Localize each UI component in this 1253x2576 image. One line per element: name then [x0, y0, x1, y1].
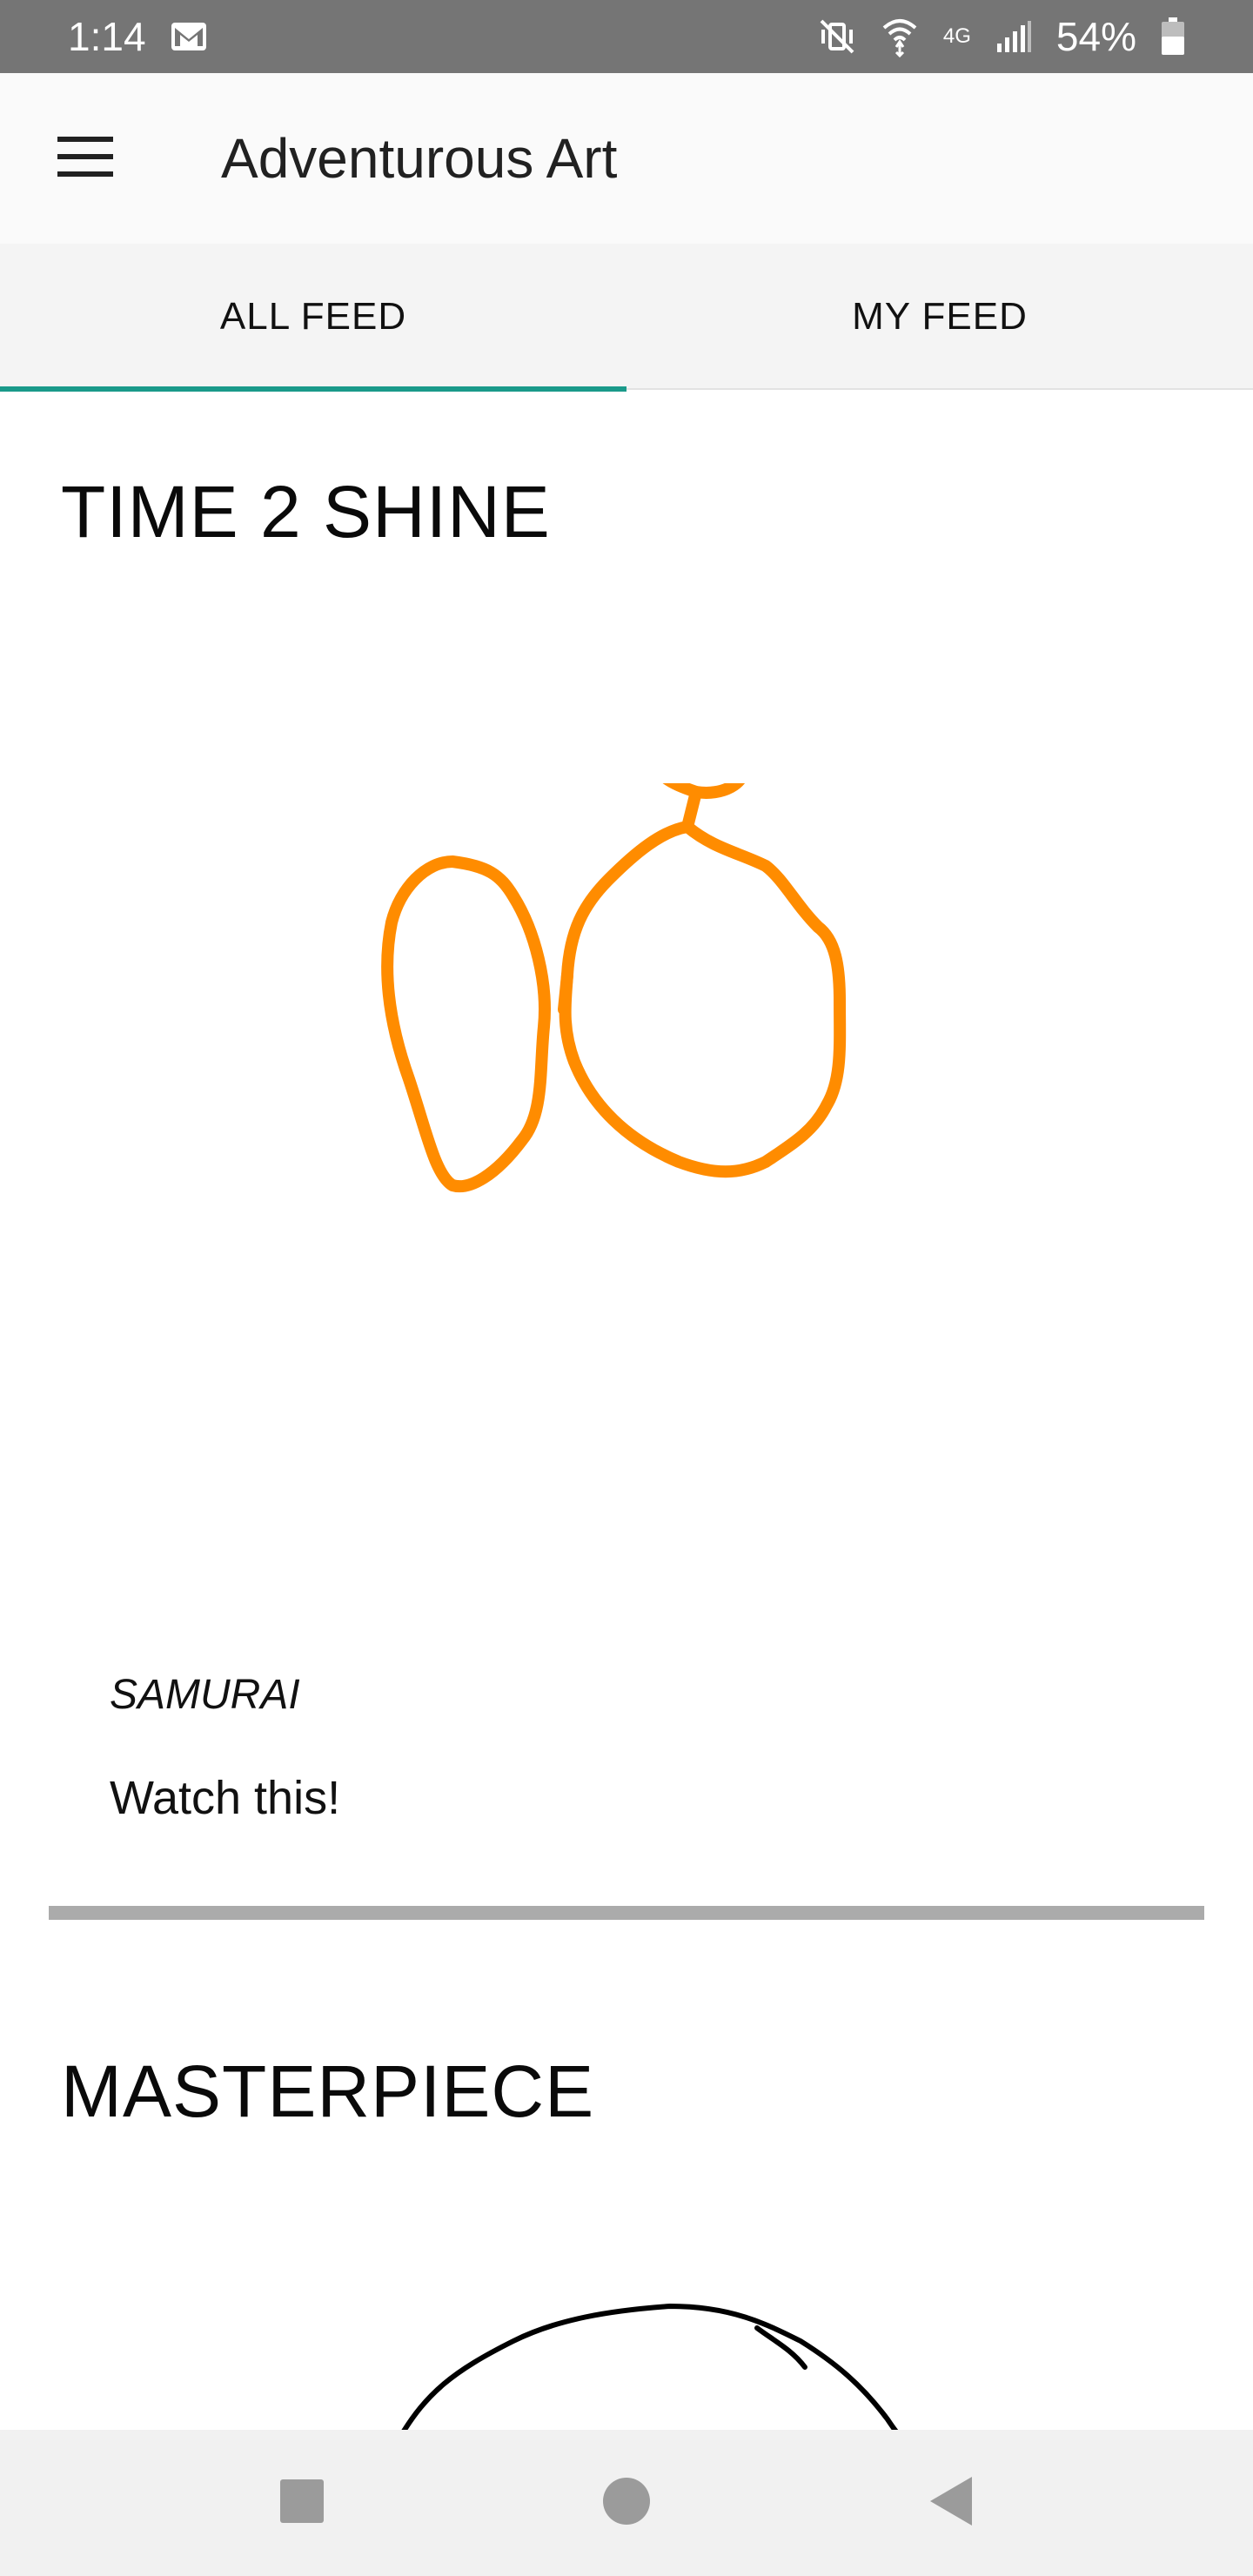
- tab-all-feed[interactable]: ALL FEED: [0, 244, 626, 392]
- app-bar: Adventurous Art: [0, 73, 1253, 244]
- recents-button[interactable]: [250, 2451, 354, 2555]
- battery-icon: [1161, 17, 1185, 56]
- post-drawing: [401, 2303, 899, 2430]
- lte-icon: 4G: [943, 24, 971, 49]
- post-title: MASTERPIECE: [61, 2050, 595, 2132]
- back-button[interactable]: [899, 2451, 1003, 2555]
- battery-percent: 54%: [1055, 14, 1136, 59]
- back-triangle-icon: [927, 2475, 975, 2532]
- post-author: SAMURAI: [110, 1672, 300, 1718]
- home-button[interactable]: [574, 2451, 679, 2555]
- home-circle-icon: [601, 2476, 652, 2531]
- menu-button[interactable]: [42, 115, 129, 202]
- mute-vibrate-icon: [818, 17, 856, 56]
- status-bar: 1:14 4G 54%: [0, 0, 1253, 73]
- hamburger-menu-icon: [57, 136, 113, 181]
- tab-bar: ALL FEED MY FEED: [0, 244, 1253, 392]
- recents-square-icon: [278, 2478, 325, 2529]
- gmail-icon: [171, 22, 207, 51]
- post-caption: Watch this!: [110, 1772, 341, 1824]
- post-drawing: [381, 783, 847, 1193]
- tab-my-feed[interactable]: MY FEED: [626, 244, 1253, 390]
- post-divider: [49, 1906, 1204, 1920]
- wifi-calling-icon: [881, 16, 919, 57]
- status-left: 1:14: [68, 13, 207, 60]
- status-right: 4G 54%: [818, 13, 1185, 60]
- tab-all-feed-label: ALL FEED: [219, 295, 407, 338]
- post-title: TIME 2 SHINE: [61, 471, 551, 553]
- system-nav-bar: [0, 2430, 1253, 2576]
- status-time: 1:14: [68, 14, 146, 59]
- app-title: Adventurous Art: [221, 127, 618, 190]
- feed-list[interactable]: TIME 2 SHINE SAMURAI Watch this! MASTERP…: [0, 392, 1253, 2430]
- signal-icon: [995, 19, 1032, 54]
- tab-my-feed-label: MY FEED: [852, 295, 1028, 338]
- network-type: 4G: [942, 24, 971, 48]
